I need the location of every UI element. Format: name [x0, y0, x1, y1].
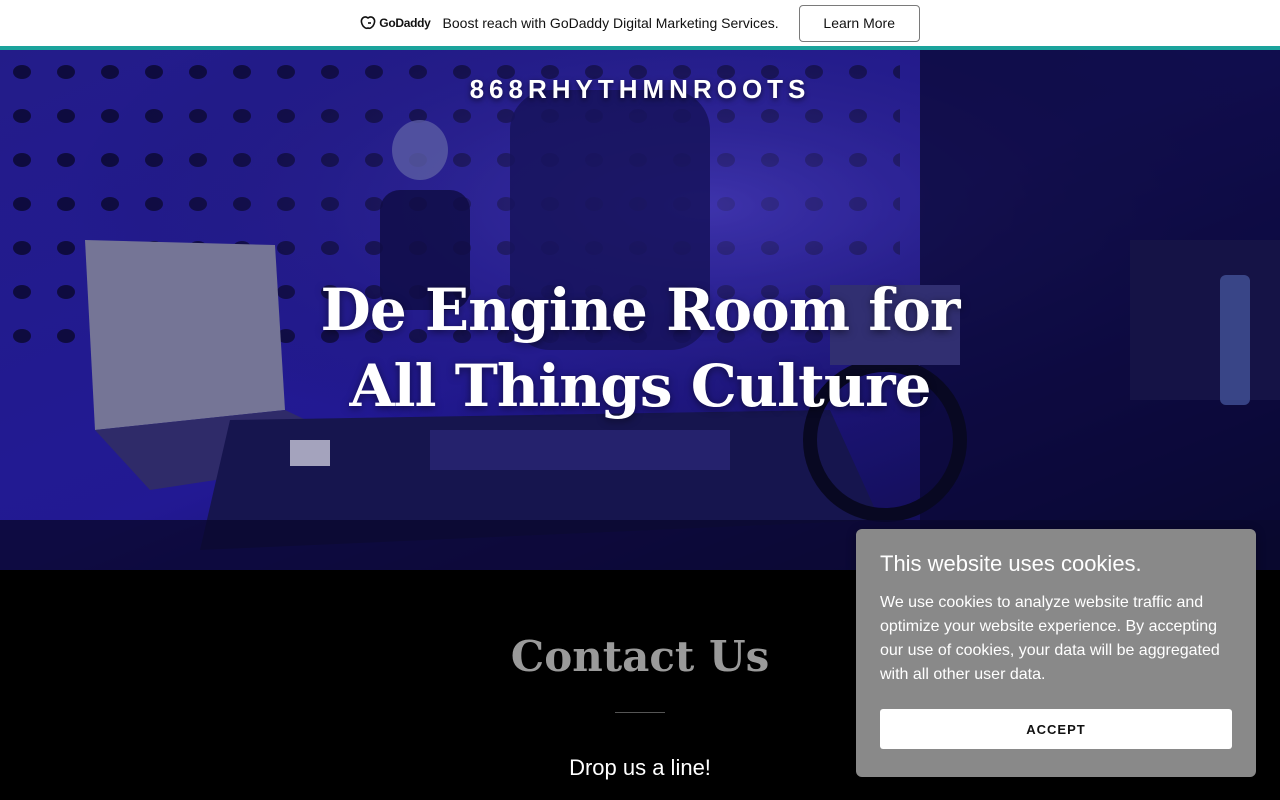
godaddy-icon	[361, 16, 376, 30]
promo-bar: GoDaddy Boost reach with GoDaddy Digital…	[0, 0, 1280, 50]
hero-headline: De Engine Room for All Things Culture	[320, 276, 961, 420]
cookie-title: This website uses cookies.	[880, 551, 1142, 576]
contact-divider	[615, 712, 665, 713]
promo-message: Boost reach with GoDaddy Digital Marketi…	[442, 15, 779, 31]
godaddy-logo[interactable]: GoDaddy	[360, 16, 431, 30]
cookie-banner: This website uses cookies. We use cookie…	[856, 529, 1256, 777]
cookie-body: We use cookies to analyze website traffi…	[880, 594, 1220, 683]
hero-section: 868RHYTHMNROOTS De Engine Room for All T…	[0, 50, 1280, 570]
site-title[interactable]: 868RHYTHMNROOTS	[0, 74, 1280, 105]
godaddy-logo-text: GoDaddy	[379, 16, 431, 30]
learn-more-button[interactable]: Learn More	[798, 4, 920, 42]
accept-cookies-button[interactable]: ACCEPT	[880, 709, 1232, 749]
